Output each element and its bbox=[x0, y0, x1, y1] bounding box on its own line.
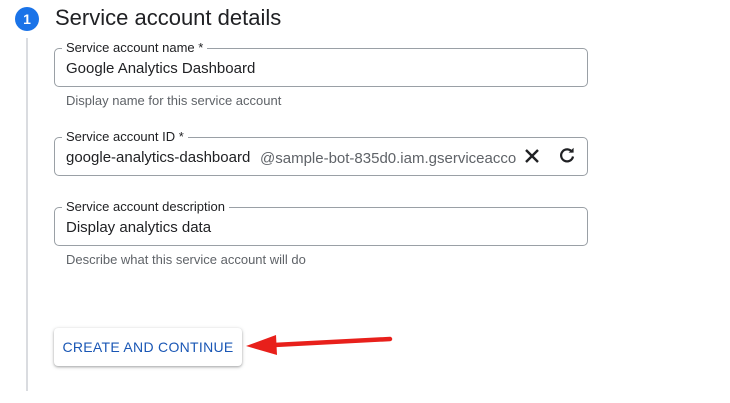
service-account-id-field[interactable]: Service account ID * google-analytics-da… bbox=[54, 130, 588, 176]
create-and-continue-button[interactable]: CREATE AND CONTINUE bbox=[54, 328, 242, 366]
service-account-name-field[interactable]: Service account name * Google Analytics … bbox=[54, 41, 588, 87]
step-number-badge: 1 bbox=[15, 7, 39, 31]
service-account-description-hint: Describe what this service account will … bbox=[66, 252, 306, 267]
service-account-id-domain-suffix: @sample-bot-835d0.iam.gserviceacco bbox=[260, 150, 517, 167]
service-account-id-input[interactable]: google-analytics-dashboard bbox=[66, 149, 250, 166]
left-arrow-icon bbox=[246, 335, 393, 355]
service-account-description-input[interactable]: Display analytics data bbox=[66, 219, 211, 236]
service-account-form: 1 Service account details Service accoun… bbox=[0, 0, 730, 403]
service-account-name-label: Service account name * bbox=[62, 41, 208, 55]
service-account-description-field[interactable]: Service account description Display anal… bbox=[54, 200, 588, 246]
refresh-icon[interactable] bbox=[556, 145, 578, 167]
step-title: Service account details bbox=[55, 5, 282, 30]
service-account-name-hint: Display name for this service account bbox=[66, 93, 282, 108]
service-account-name-input[interactable]: Google Analytics Dashboard bbox=[66, 60, 255, 77]
service-account-description-label: Service account description bbox=[62, 200, 229, 214]
step-connector-line bbox=[26, 38, 28, 391]
close-icon[interactable] bbox=[521, 145, 543, 167]
service-account-id-label: Service account ID * bbox=[62, 130, 188, 144]
